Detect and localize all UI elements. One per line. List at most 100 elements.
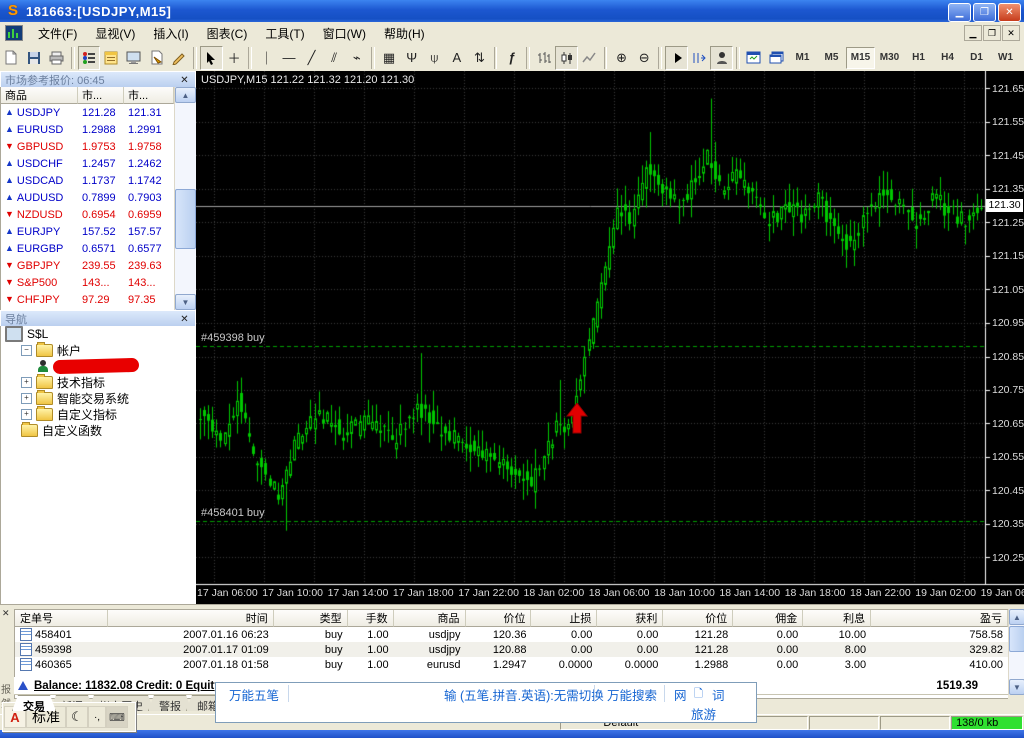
tree-item-帐户[interactable]: − 帐户	[1, 341, 196, 358]
pitchfork-icon[interactable]: Ψ	[400, 46, 423, 70]
menu-item-5[interactable]: 工具(T)	[256, 22, 313, 45]
tree-item-智能交易系统[interactable]: + 智能交易系统	[1, 389, 196, 406]
menu-item-6[interactable]: 窗口(W)	[314, 22, 375, 45]
horizontal-line-icon[interactable]: —	[278, 46, 301, 70]
terminal-tab-4[interactable]: 警报	[148, 695, 192, 711]
grid-icon[interactable]: ▦	[378, 46, 401, 70]
order-row-460365[interactable]: 460365 2007.01.18 01:58 buy 1.00 eurusd 1.294…	[15, 657, 1008, 672]
fibonacci-icon[interactable]: ⌁	[345, 46, 368, 70]
market-watch-row-AUDUSD[interactable]: ▲ AUDUSD 0.7899 0.7903	[1, 189, 174, 206]
menu-item-1[interactable]: 文件(F)	[29, 22, 86, 45]
scroll-down-button[interactable]: ▼	[1009, 679, 1024, 695]
market-watch-scrollbar[interactable]: ▲ ▼	[174, 87, 196, 310]
cycle-lines-icon[interactable]: ⍦	[423, 46, 446, 70]
timeframe-m5[interactable]: M5	[817, 47, 846, 69]
tree-item-自定义函数[interactable]: 自定义函数	[1, 421, 196, 438]
orders-column-header[interactable]: 时间	[107, 610, 274, 627]
scroll-thumb[interactable]	[175, 189, 196, 249]
market-watch-row-USDCAD[interactable]: ▲ USDCAD 1.1737 1.1742	[1, 172, 174, 189]
menu-item-2[interactable]: 显视(V)	[86, 22, 144, 45]
orders-column-header[interactable]: 手数	[347, 610, 394, 627]
order-row-459398[interactable]: 459398 2007.01.17 01:09 buy 1.00 usdjpy 120.8…	[15, 642, 1008, 657]
market-watch-close-icon[interactable]: ✕	[178, 74, 191, 86]
navigator-icon[interactable]	[123, 46, 146, 70]
orders-column-header[interactable]: 利息	[803, 610, 872, 627]
ime-punctuation-icon[interactable]: ·,	[88, 706, 106, 728]
ime-keyboard-icon[interactable]: ⌨	[106, 706, 128, 728]
chart-window[interactable]: USDJPY,M15 121.22 121.32 121.20 121.30 1…	[196, 71, 1024, 604]
ime-dict-button[interactable]: 词	[712, 685, 725, 704]
scroll-up-button[interactable]: ▲	[1009, 609, 1024, 625]
orders-column-header[interactable]: 定单号	[15, 610, 108, 627]
timeframe-m30[interactable]: M30	[875, 47, 904, 69]
strategy-tester-icon[interactable]	[710, 45, 733, 70]
market-watch-column-header[interactable]: 市...	[124, 87, 174, 104]
text-icon[interactable]: A	[446, 46, 469, 70]
market-watch-row-S&P500[interactable]: ▼ S&P500 143... 143...	[1, 274, 174, 291]
market-watch-row-GBPJPY[interactable]: ▼ GBPJPY 239.55 239.63	[1, 257, 174, 274]
timeframe-m1[interactable]: M1	[788, 47, 817, 69]
mdi-minimize-button[interactable]: ▁	[964, 25, 982, 41]
market-watch-row-EURJPY[interactable]: ▲ EURJPY 157.52 157.57	[1, 223, 174, 240]
restore-button[interactable]: ❐	[973, 3, 996, 22]
timeframe-m15[interactable]: M15	[846, 46, 875, 69]
candlestick-icon[interactable]	[555, 45, 578, 70]
zoom-in-icon[interactable]: ⊕	[610, 46, 633, 70]
cursor-icon[interactable]	[200, 45, 223, 70]
crosshair-icon[interactable]: ＋	[223, 46, 246, 70]
orders-column-header[interactable]: 商品	[393, 610, 466, 627]
orders-column-header[interactable]: 价位	[465, 610, 532, 627]
market-watch-row-NZDUSD[interactable]: ▼ NZDUSD 0.6954 0.6959	[1, 206, 174, 223]
timeframe-w1[interactable]: W1	[991, 47, 1020, 69]
expand-icon[interactable]: +	[21, 408, 32, 420]
line-chart-icon[interactable]	[578, 46, 601, 70]
ime-app-name[interactable]: 万能五笔	[229, 685, 279, 704]
ime-doc-icon[interactable]: 🗋	[694, 685, 703, 704]
orders-column-header[interactable]: 佣金	[733, 610, 804, 627]
terminal-close-icon[interactable]: ✕	[2, 608, 10, 619]
auto-scroll-icon[interactable]	[665, 45, 688, 70]
market-watch-column-header[interactable]: 商品	[1, 87, 78, 104]
ime-net-button[interactable]: 网	[674, 685, 687, 704]
orders-column-header[interactable]: 价位	[663, 610, 734, 627]
tree-item-技术指标[interactable]: + 技术指标	[1, 373, 196, 390]
zoom-out-icon[interactable]: ⊖	[633, 46, 656, 70]
terminal-tab-1[interactable]: 交易	[12, 695, 56, 711]
market-watch-row-CHFJPY[interactable]: ▼ CHFJPY 97.29 97.35	[1, 291, 174, 308]
new-window-icon[interactable]	[743, 46, 766, 70]
timeframe-h4[interactable]: H4	[933, 47, 962, 69]
expand-icon[interactable]: +	[21, 376, 32, 388]
chart-profile-icon[interactable]	[765, 46, 788, 70]
expand-icon[interactable]: +	[21, 392, 32, 404]
menu-item-4[interactable]: 图表(C)	[198, 22, 257, 45]
timeframe-d1[interactable]: D1	[962, 47, 991, 69]
tree-item-S$L[interactable]: S$L	[1, 326, 196, 342]
ime-candidate[interactable]: 旅游	[691, 704, 716, 723]
collapse-icon[interactable]: −	[21, 344, 32, 356]
order-row-458401[interactable]: 458401 2007.01.16 06:23 buy 1.00 usdjpy 120.3…	[15, 627, 1008, 642]
orders-column-header[interactable]: 类型	[273, 610, 348, 627]
terminal-scrollbar[interactable]: ▲ ▼	[1008, 609, 1024, 695]
terminal-icon[interactable]	[145, 46, 168, 70]
save-icon[interactable]	[23, 46, 46, 70]
scroll-down-button[interactable]: ▼	[175, 294, 196, 310]
market-watch-row-USDCHF[interactable]: ▲ USDCHF 1.2457 1.2462	[1, 155, 174, 172]
market-watch-row-EURUSD[interactable]: ▲ EURUSD 1.2988 1.2991	[1, 121, 174, 138]
chart-shift-icon[interactable]	[688, 46, 711, 70]
scroll-up-button[interactable]: ▲	[175, 87, 196, 103]
tree-item-自定义指标[interactable]: + 自定义指标	[1, 405, 196, 422]
print-icon[interactable]	[45, 46, 68, 70]
mdi-close-button[interactable]: ✕	[1002, 25, 1020, 41]
trendline-icon[interactable]: ╱	[300, 46, 323, 70]
market-watch-row-USDJPY[interactable]: ▲ USDJPY 121.28 121.31	[1, 104, 174, 121]
tree-item-account[interactable]	[1, 357, 196, 375]
channel-icon[interactable]: ⫽	[323, 46, 346, 70]
chart-mdi-icon[interactable]	[5, 25, 23, 41]
title-bar[interactable]: S 181663:[USDJPY,M15] ▁ ❐ ✕	[0, 0, 1024, 22]
indicators-icon[interactable]: ƒ	[500, 46, 523, 70]
orders-column-header[interactable]: 盈亏	[871, 610, 1008, 627]
orders-column-header[interactable]: 获利	[597, 610, 664, 627]
market-watch-row-GBPUSD[interactable]: ▼ GBPUSD 1.9753 1.9758	[1, 138, 174, 155]
candlestick-chart-canvas[interactable]	[196, 71, 1024, 604]
menu-item-3[interactable]: 插入(I)	[144, 22, 197, 45]
